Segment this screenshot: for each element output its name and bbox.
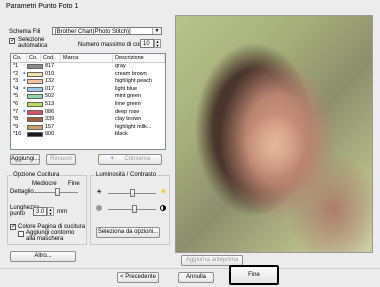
window-title: Parametri Punto Foto 1 [6, 3, 79, 10]
photo-stitch-preview-image [175, 15, 373, 253]
low-contrast-icon [96, 205, 102, 211]
footer-divider [0, 268, 380, 269]
table-row[interactable]: *9 ✧ 157 highlight milk... [11, 124, 165, 131]
sewing-options-title: Opzione Cucitura [12, 172, 61, 178]
thread-code: 010 [45, 70, 55, 77]
contrast-slider-thumb[interactable] [132, 205, 137, 213]
column-header[interactable]: Cod. [41, 54, 61, 62]
color-swatch [27, 86, 43, 92]
thread-brand [63, 109, 111, 116]
thread-brand [63, 71, 111, 78]
max-colors-label: Numero massimo di colori: [78, 42, 150, 48]
color-swatch [27, 71, 43, 77]
color-swatch [27, 102, 43, 107]
detail-slider-thumb[interactable] [55, 188, 60, 196]
thread-code: 086 [45, 108, 55, 115]
detail-right-label: Fine [68, 181, 80, 187]
table-row[interactable]: *2 ✦ 010 cream brown [11, 71, 165, 78]
detail-label: Dettaglio [10, 189, 34, 195]
table-row[interactable]: *4 ✦ 017 light blue [11, 86, 165, 93]
other-button[interactable]: Altro... [10, 251, 76, 262]
stitch-length-unit: mm [57, 209, 67, 215]
max-colors-stepper[interactable]: ▲ ▼ [154, 39, 161, 48]
max-colors-input[interactable]: 10 [140, 39, 154, 48]
remove-button[interactable]: Rimuovi [46, 154, 76, 165]
thread-brand [63, 93, 111, 100]
thread-code: 157 [45, 123, 55, 130]
dim-brightness-icon: ☀ [96, 189, 103, 196]
brightness-contrast-title: Luminosità / Contrasto [95, 172, 158, 178]
stitch-length-label: Lunghezza punto [10, 205, 40, 217]
color-swatch [27, 117, 43, 123]
thread-brand [63, 116, 111, 123]
thread-description: lime green [115, 101, 141, 107]
stitch-length-input[interactable]: 3.0 [33, 207, 47, 216]
schema-select-value: [Brother Chart(Photo Stitch)] [55, 29, 131, 35]
schema-label: Schema Fili [9, 29, 41, 35]
previous-button[interactable]: < Precedente [117, 272, 159, 283]
sewing-page-color-checkbox[interactable]: ✓ [10, 224, 16, 230]
thread-description: cream brown [115, 70, 147, 77]
pin-icon: ✦ [109, 156, 115, 162]
add-button[interactable]: Aggiungi... [10, 154, 40, 165]
color-swatch [27, 94, 43, 100]
table-row[interactable]: *7 ✦ 086 deep rose [11, 109, 165, 116]
high-contrast-icon [160, 205, 166, 211]
color-swatch [27, 132, 43, 138]
thread-brand [63, 86, 111, 93]
thread-description: clay brown [115, 116, 142, 123]
thread-code: 817 [45, 63, 55, 69]
thread-description: highlight milk... [115, 123, 152, 130]
keep-button[interactable]: ✦ Conserva [98, 154, 162, 165]
brightness-slider-thumb[interactable] [130, 189, 135, 197]
dialog-window: Parametri Punto Foto 1 Schema Fili [Brot… [0, 0, 380, 287]
table-header: Co. Co. Cod. Marca Descrizione [11, 54, 165, 63]
thread-brand [63, 101, 111, 108]
column-header[interactable]: Descrizione [113, 54, 165, 62]
thread-code: 339 [45, 116, 55, 123]
auto-select-checkbox[interactable]: ✓ [9, 38, 15, 44]
select-options-button[interactable]: Seleziona da opzioni... [96, 227, 160, 238]
thread-code: 513 [45, 101, 55, 107]
color-swatch [27, 109, 43, 115]
stitch-length-stepper[interactable]: ▲ ▼ [47, 207, 54, 216]
column-header[interactable]: Marca [61, 54, 113, 62]
thread-description: deep rose [115, 108, 140, 115]
cancel-button[interactable]: Annulla [178, 272, 214, 283]
column-header[interactable]: Co. [27, 54, 41, 62]
thread-code: 017 [45, 85, 55, 92]
table-row[interactable]: *10 ✧ 900 black [11, 131, 165, 138]
table-row[interactable]: *3 ✦ 132 highlight peach [11, 78, 165, 85]
thread-description: gray [115, 63, 126, 69]
table-row[interactable]: *8 ✧ 339 clay brown [11, 116, 165, 123]
thread-brand [63, 131, 111, 138]
chevron-down-icon: ▼ [152, 28, 161, 34]
thread-brand [63, 63, 111, 70]
thread-description: light blue [115, 85, 138, 92]
thread-description: highlight peach [115, 78, 153, 85]
schema-select[interactable]: [Brother Chart(Photo Stitch)] ▼ [52, 27, 162, 35]
outline-mask-checkbox[interactable] [18, 231, 24, 237]
thread-description: mint green [115, 93, 141, 100]
color-swatch [27, 79, 43, 85]
thread-brand [63, 78, 111, 85]
auto-select-label: Selezione automatica [18, 37, 48, 49]
table-row[interactable]: *6 ✧ 513 lime green [11, 101, 165, 108]
outline-mask-label: Aggiungi contorno alla maschera [26, 230, 75, 242]
thread-code: 132 [45, 78, 55, 85]
column-header[interactable]: Co. [11, 54, 27, 62]
color-swatch [27, 64, 43, 69]
bright-sun-icon: ✳ [160, 187, 167, 196]
detail-left-label: Mediocre [32, 181, 57, 187]
thread-brand [63, 124, 111, 131]
thread-code: 502 [45, 93, 55, 100]
thread-description: black [115, 131, 128, 138]
table-row[interactable]: *1 ✧ 817 gray [11, 63, 165, 70]
keep-button-label: Conserva [124, 156, 151, 162]
finish-button[interactable]: Fine [229, 265, 279, 285]
thread-code: 900 [45, 131, 55, 138]
table-row[interactable]: *5 ✧ 502 mint green [11, 93, 165, 100]
thread-color-table: Co. Co. Cod. Marca Descrizione *1 ✧ 817 gra… [10, 53, 166, 150]
color-swatch [27, 124, 43, 130]
